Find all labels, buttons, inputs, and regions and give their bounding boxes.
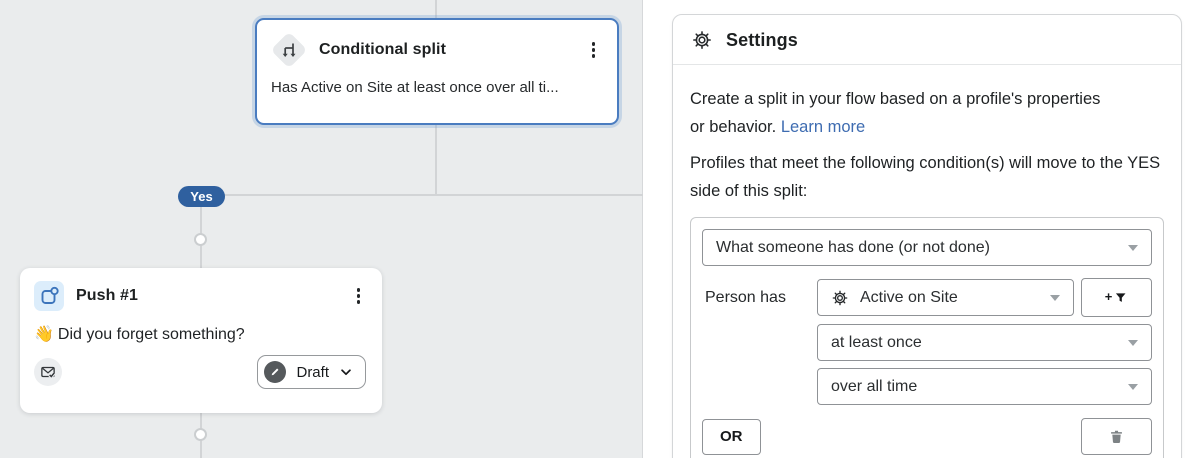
plus-glyph: +: [1105, 289, 1113, 304]
node-title: Push #1: [76, 287, 351, 305]
connector-line-branch: [201, 194, 643, 196]
delete-condition-button[interactable]: [1081, 418, 1152, 455]
flow-editor-screen: Conditional split Has Active on Site at …: [0, 0, 1200, 458]
add-filter-button[interactable]: +: [1081, 278, 1152, 317]
settings-panel: Settings Create a split in your flow bas…: [672, 14, 1182, 458]
push-message: 👋Did you forget something?: [34, 324, 366, 344]
conditional-split-node[interactable]: Conditional split Has Active on Site at …: [255, 18, 619, 125]
dropdown-caret-icon: [1128, 384, 1138, 395]
condition-intro: Profiles that meet the following conditi…: [690, 149, 1164, 205]
status-dropdown-button[interactable]: Draft: [257, 355, 366, 389]
settings-panel-header: Settings: [673, 15, 1181, 65]
person-has-label: Person has: [702, 289, 817, 307]
learn-more-link[interactable]: Learn more: [781, 118, 865, 136]
conditional-split-icon: [271, 33, 307, 67]
push-message-text: Did you forget something?: [58, 326, 245, 343]
condition-category-value: What someone has done (or not done): [716, 239, 990, 257]
add-step-dot-upper: [194, 233, 207, 246]
kebab-menu-icon[interactable]: [351, 284, 367, 308]
status-label: Draft: [296, 364, 329, 381]
flow-canvas[interactable]: Conditional split Has Active on Site at …: [0, 0, 643, 458]
draft-pencil-icon: [264, 361, 286, 383]
frequency-value: at least once: [831, 334, 922, 352]
condition-builder: What someone has done (or not done) Pers…: [690, 217, 1164, 458]
kebab-menu-icon[interactable]: [586, 38, 602, 62]
chevron-down-icon: [339, 365, 353, 379]
push-node[interactable]: Push #1 👋Did you forget something?: [20, 268, 382, 413]
dropdown-caret-icon: [1128, 245, 1138, 256]
timeframe-value: over all time: [831, 378, 917, 396]
dropdown-caret-icon: [1050, 295, 1060, 306]
message-channel-icon: [34, 358, 62, 386]
metric-dropdown[interactable]: Active on Site: [817, 279, 1074, 316]
filter-funnel-icon: [1113, 290, 1128, 305]
or-condition-button[interactable]: OR: [702, 419, 761, 455]
push-notification-icon: [34, 281, 64, 311]
timeframe-dropdown[interactable]: over all time: [817, 368, 1152, 405]
node-description: Has Active on Site at least once over al…: [271, 79, 601, 96]
settings-title: Settings: [726, 30, 798, 51]
yes-branch-badge: Yes: [178, 186, 225, 207]
intro-text: Create a split in your flow based on a p…: [690, 90, 1100, 136]
gear-icon: [691, 29, 713, 51]
wave-emoji: 👋: [34, 324, 54, 343]
connector-line-split-down: [435, 125, 437, 195]
frequency-dropdown[interactable]: at least once: [817, 324, 1152, 361]
add-step-dot-lower: [194, 428, 207, 441]
metric-gear-icon: [831, 289, 849, 307]
condition-category-dropdown[interactable]: What someone has done (or not done): [702, 229, 1152, 266]
trash-icon: [1108, 428, 1125, 445]
dropdown-caret-icon: [1128, 340, 1138, 351]
connector-line-top: [435, 0, 437, 18]
settings-intro: Create a split in your flow based on a p…: [690, 85, 1118, 141]
node-title: Conditional split: [319, 41, 586, 59]
metric-value: Active on Site: [860, 289, 958, 307]
